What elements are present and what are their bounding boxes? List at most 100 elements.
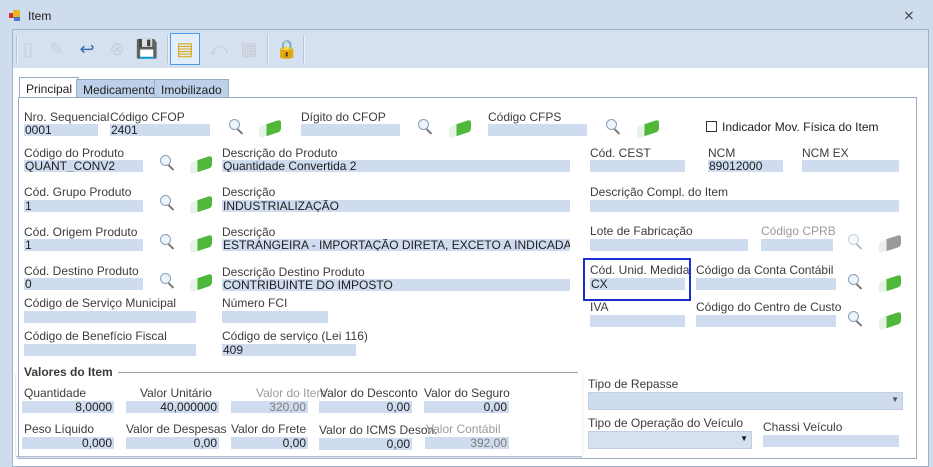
chevron-down-icon: ▼: [740, 434, 748, 443]
ncm-label: NCM: [708, 146, 736, 160]
destino-field[interactable]: 0: [24, 278, 143, 290]
icms-deson-field[interactable]: 0,00: [319, 438, 412, 450]
focus-highlight: [583, 258, 691, 301]
lote-field[interactable]: [590, 239, 748, 251]
cod-prod-label: Código do Produto: [24, 146, 125, 160]
tab-medicamento[interactable]: Medicamento: [76, 79, 163, 98]
delete-icon[interactable]: ⊗: [102, 33, 132, 65]
desconto-field[interactable]: 0,00: [319, 401, 412, 413]
lock-icon[interactable]: 🔒: [272, 33, 302, 65]
destino-desc-label: Descrição Destino Produto: [222, 265, 365, 279]
search-icon[interactable]: [160, 273, 176, 289]
contabil-label: Valor Contábil: [426, 422, 501, 436]
desc-prod-label: Descrição do Produto: [222, 146, 338, 160]
cfps-field[interactable]: [488, 124, 587, 136]
desconto-label: Valor do Desconto: [320, 386, 418, 400]
despesas-label: Valor de Despesas: [126, 422, 227, 436]
origem-desc-label: Descrição: [222, 225, 276, 239]
centro-label: Código do Centro de Custo: [696, 300, 842, 314]
repasse-select[interactable]: ▼: [588, 392, 903, 410]
new-icon[interactable]: ▯: [13, 33, 43, 65]
cfop-field[interactable]: 2401: [110, 124, 210, 136]
origem-field[interactable]: 1: [24, 239, 143, 251]
quantidade-field[interactable]: 8,0000: [22, 401, 114, 413]
search-icon[interactable]: [160, 155, 176, 171]
tab-principal[interactable]: Principal: [19, 77, 80, 97]
unitario-field[interactable]: 40,000000: [126, 401, 219, 413]
cfop-label: Código CFOP: [110, 110, 185, 124]
cest-label: Cód. CEST: [590, 146, 651, 160]
close-button[interactable]: ⨯: [903, 7, 915, 24]
seguro-label: Valor do Seguro: [424, 386, 510, 400]
conta-field[interactable]: [696, 278, 836, 290]
lote-label: Lote de Fabricação: [590, 224, 693, 238]
benef-field[interactable]: [24, 344, 196, 356]
quantidade-label: Quantidade: [24, 386, 87, 400]
chevron-down-icon: ▼: [891, 395, 899, 404]
iva-label: IVA: [590, 300, 609, 314]
desc-prod-field[interactable]: Quantidade Convertida 2: [222, 160, 570, 172]
edit-icon[interactable]: ✎: [42, 33, 72, 65]
repasse-label: Tipo de Repasse: [588, 377, 679, 391]
search-icon[interactable]: [606, 119, 622, 135]
peso-field[interactable]: 0,000: [22, 437, 114, 449]
undo-document-icon[interactable]: ↩: [72, 33, 102, 65]
dig-cfop-field[interactable]: [301, 124, 400, 136]
conta-label: Código da Conta Contábil: [696, 263, 834, 277]
desc-compl-field[interactable]: [590, 200, 899, 212]
valores-title: Valores do Item: [24, 365, 113, 379]
ncm-ex-field[interactable]: [802, 160, 899, 172]
search-icon[interactable]: [848, 311, 864, 327]
sheet-coins-icon[interactable]: ▤: [170, 33, 200, 65]
serv116-label: Código de serviço (Lei 116): [222, 329, 368, 343]
cod-prod-field[interactable]: QUANT_CONV2: [24, 160, 143, 172]
tab-imobilizado[interactable]: Imobilizado: [154, 79, 229, 98]
mov-fisica-checkbox[interactable]: [706, 121, 717, 132]
chassi-label: Chassi Veículo: [763, 420, 843, 434]
origem-label: Cód. Origem Produto: [24, 225, 138, 239]
grupo-field[interactable]: 1: [24, 200, 143, 212]
origem-desc-field[interactable]: ESTRANGEIRA - IMPORTAÇÃO DIRETA, EXCETO …: [222, 239, 570, 251]
cprb-label: Código CPRB: [761, 224, 836, 238]
tipo-op-select[interactable]: ▼: [588, 431, 752, 449]
frete-field[interactable]: 0,00: [231, 437, 308, 449]
nro-seq-field[interactable]: 0001: [24, 124, 98, 136]
report-icon[interactable]: ▦: [234, 33, 264, 65]
grupo-desc-field[interactable]: INDUSTRIALIZAÇÃO: [222, 200, 570, 212]
iva-field[interactable]: [590, 315, 685, 327]
chassi-field[interactable]: [763, 435, 899, 447]
valor-item-label: Valor do Item: [256, 386, 327, 400]
save-icon[interactable]: 💾: [132, 33, 162, 65]
desc-compl-label: Descrição Compl. do Item: [590, 185, 729, 199]
search-icon[interactable]: [418, 119, 434, 135]
centro-field[interactable]: [696, 315, 836, 327]
ipi-icon[interactable]: ⤺: [203, 33, 233, 65]
search-icon[interactable]: [160, 234, 176, 250]
destino-label: Cód. Destino Produto: [24, 264, 139, 278]
seguro-field[interactable]: 0,00: [424, 401, 509, 413]
fci-field[interactable]: [222, 311, 328, 323]
group-divider: [118, 372, 578, 373]
ncm-ex-label: NCM EX: [802, 146, 849, 160]
nro-seq-label: Nro. Sequencial: [24, 110, 110, 124]
benef-label: Código de Benefício Fiscal: [24, 329, 167, 343]
search-icon: [848, 234, 864, 250]
search-icon[interactable]: [160, 195, 176, 211]
cest-field[interactable]: [590, 160, 685, 172]
search-icon[interactable]: [848, 274, 864, 290]
frete-label: Valor do Frete: [231, 422, 307, 436]
cfps-label: Código CFPS: [488, 110, 562, 124]
grupo-desc-label: Descrição: [222, 185, 276, 199]
destino-desc-field[interactable]: CONTRIBUINTE DO IMPOSTO: [222, 279, 570, 291]
icms-deson-label: Valor do ICMS Deson.: [319, 423, 438, 437]
mov-fisica-label: Indicador Mov. Física do Item: [722, 120, 879, 134]
tipo-op-label: Tipo de Operação do Veículo: [588, 416, 743, 430]
peso-label: Peso Líquido: [24, 422, 95, 436]
ncm-field[interactable]: 89012000: [708, 160, 783, 172]
toolbar: ▯ ✎ ↩ ⊗ 💾 ▤ ⤺ ▦ 🔒: [13, 30, 928, 68]
valor-item-field: 320,00: [231, 401, 308, 413]
search-icon[interactable]: [229, 119, 245, 135]
serv116-field[interactable]: 409: [222, 344, 356, 356]
despesas-field[interactable]: 0,00: [126, 437, 219, 449]
serv-mun-field[interactable]: [24, 311, 196, 323]
